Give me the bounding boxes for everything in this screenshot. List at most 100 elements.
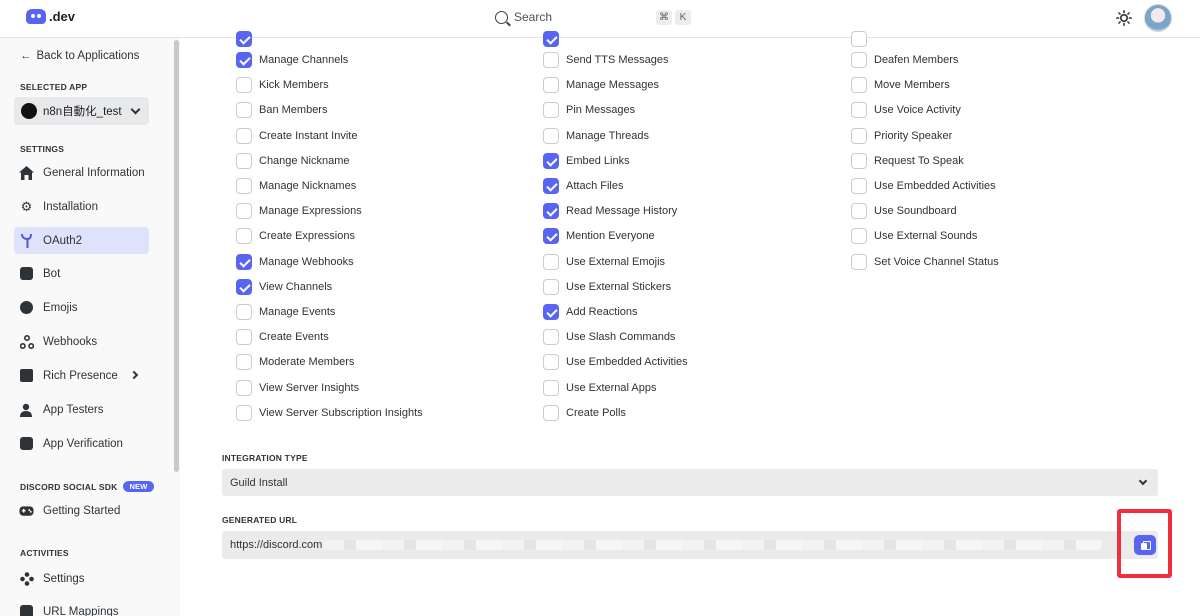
checkbox[interactable] — [851, 153, 867, 169]
checkbox[interactable] — [236, 405, 252, 421]
checkbox[interactable] — [236, 31, 252, 47]
sidebar-item-url-mappings[interactable]: URL Mappings — [14, 598, 149, 616]
checkbox[interactable] — [236, 178, 252, 194]
checkbox[interactable] — [851, 52, 867, 68]
permission-item[interactable]: Create Instant Invite — [236, 127, 357, 145]
permission-item[interactable]: Add Reactions — [543, 303, 638, 321]
checkbox[interactable] — [543, 77, 559, 93]
permission-item[interactable]: Kick Members — [236, 76, 329, 94]
checkbox[interactable] — [543, 228, 559, 244]
permission-item[interactable]: Set Voice Channel Status — [851, 253, 999, 271]
checkbox[interactable] — [236, 77, 252, 93]
sidebar-item-installation[interactable]: ⚙ Installation — [14, 193, 149, 220]
permission-item[interactable]: Attach Files — [543, 177, 623, 195]
sidebar-item-app-testers[interactable]: App Testers — [14, 396, 149, 423]
permission-item[interactable]: Manage Expressions — [236, 202, 362, 220]
checkbox[interactable] — [851, 254, 867, 270]
permission-checkbox-partial[interactable] — [543, 30, 566, 48]
sidebar-item-webhooks[interactable]: Webhooks — [14, 328, 149, 355]
permission-item[interactable]: Change Nickname — [236, 152, 350, 170]
checkbox[interactable] — [236, 304, 252, 320]
checkbox[interactable] — [236, 52, 252, 68]
checkbox[interactable] — [543, 279, 559, 295]
permission-item[interactable]: Manage Threads — [543, 127, 649, 145]
copy-url-button[interactable] — [1134, 535, 1156, 555]
permission-item[interactable]: Priority Speaker — [851, 127, 952, 145]
generated-url-field[interactable]: https://discord.com — [222, 531, 1158, 559]
sidebar-item-bot[interactable]: Bot — [14, 260, 149, 287]
integration-type-select[interactable]: Guild Install — [222, 469, 1158, 496]
sun-icon[interactable] — [1116, 10, 1132, 26]
sidebar-item-oauth2[interactable]: OAuth2 — [14, 227, 149, 254]
permission-item[interactable]: Use External Apps — [543, 379, 657, 397]
checkbox[interactable] — [851, 178, 867, 194]
permission-item[interactable]: Move Members — [851, 76, 950, 94]
checkbox[interactable] — [543, 254, 559, 270]
permission-item[interactable]: Use Voice Activity — [851, 101, 961, 119]
permission-item[interactable]: Manage Messages — [543, 76, 659, 94]
permission-item[interactable]: Moderate Members — [236, 353, 354, 371]
permission-checkbox-partial[interactable] — [851, 30, 874, 48]
checkbox[interactable] — [543, 102, 559, 118]
sidebar-item-app-verification[interactable]: App Verification — [14, 430, 149, 457]
permission-item[interactable]: Use Embedded Activities — [543, 353, 688, 371]
checkbox[interactable] — [543, 380, 559, 396]
checkbox[interactable] — [236, 228, 252, 244]
permission-item[interactable]: Use Slash Commands — [543, 328, 675, 346]
checkbox[interactable] — [236, 354, 252, 370]
app-selector[interactable]: n8n自動化_test — [14, 97, 149, 125]
discord-dev-logo[interactable]: .dev — [26, 9, 75, 24]
permission-item[interactable]: Manage Nicknames — [236, 177, 356, 195]
permission-item[interactable]: Pin Messages — [543, 101, 635, 119]
permission-item[interactable]: Deafen Members — [851, 51, 958, 69]
search-button[interactable]: Search — [495, 10, 552, 24]
sidebar-item-emojis[interactable]: Emojis — [14, 294, 149, 321]
back-to-applications-link[interactable]: ← Back to Applications — [20, 50, 139, 62]
permission-item[interactable]: Request To Speak — [851, 152, 964, 170]
permission-item[interactable]: Create Events — [236, 328, 329, 346]
permission-item[interactable]: Mention Everyone — [543, 227, 655, 245]
checkbox[interactable] — [236, 153, 252, 169]
checkbox[interactable] — [851, 102, 867, 118]
permission-item[interactable]: Manage Webhooks — [236, 253, 354, 271]
checkbox[interactable] — [543, 354, 559, 370]
sidebar-item-rich-presence[interactable]: Rich Presence — [14, 362, 149, 389]
checkbox[interactable] — [851, 31, 867, 47]
permission-item[interactable]: Use Soundboard — [851, 202, 957, 220]
sidebar-scrollbar[interactable] — [174, 40, 179, 472]
checkbox[interactable] — [851, 128, 867, 144]
checkbox[interactable] — [236, 329, 252, 345]
permission-item[interactable]: Embed Links — [543, 152, 630, 170]
permission-item[interactable]: Use External Sounds — [851, 227, 977, 245]
sidebar-item-getting-started[interactable]: Getting Started — [14, 497, 149, 524]
checkbox[interactable] — [236, 203, 252, 219]
checkbox[interactable] — [236, 128, 252, 144]
permission-item[interactable]: Create Expressions — [236, 227, 355, 245]
checkbox[interactable] — [851, 203, 867, 219]
checkbox[interactable] — [543, 203, 559, 219]
permission-item[interactable]: Send TTS Messages — [543, 51, 669, 69]
sidebar-item-activity-settings[interactable]: Settings — [14, 565, 149, 592]
checkbox[interactable] — [543, 31, 559, 47]
checkbox[interactable] — [236, 380, 252, 396]
checkbox[interactable] — [236, 254, 252, 270]
checkbox[interactable] — [236, 279, 252, 295]
permission-item[interactable]: Create Polls — [543, 404, 626, 422]
permission-item[interactable]: View Server Insights — [236, 379, 359, 397]
checkbox[interactable] — [543, 304, 559, 320]
permission-item[interactable]: Use External Stickers — [543, 278, 671, 296]
checkbox[interactable] — [543, 52, 559, 68]
checkbox[interactable] — [851, 228, 867, 244]
avatar[interactable] — [1144, 4, 1172, 32]
permission-item[interactable]: Use Embedded Activities — [851, 177, 996, 195]
checkbox[interactable] — [543, 178, 559, 194]
checkbox[interactable] — [236, 102, 252, 118]
permission-item[interactable]: Manage Channels — [236, 51, 348, 69]
checkbox[interactable] — [543, 153, 559, 169]
permission-item[interactable]: Manage Events — [236, 303, 335, 321]
sidebar-item-general-information[interactable]: General Information — [14, 159, 149, 186]
checkbox[interactable] — [543, 128, 559, 144]
checkbox[interactable] — [543, 329, 559, 345]
permission-item[interactable]: View Server Subscription Insights — [236, 404, 423, 422]
permission-checkbox-partial[interactable] — [236, 30, 259, 48]
